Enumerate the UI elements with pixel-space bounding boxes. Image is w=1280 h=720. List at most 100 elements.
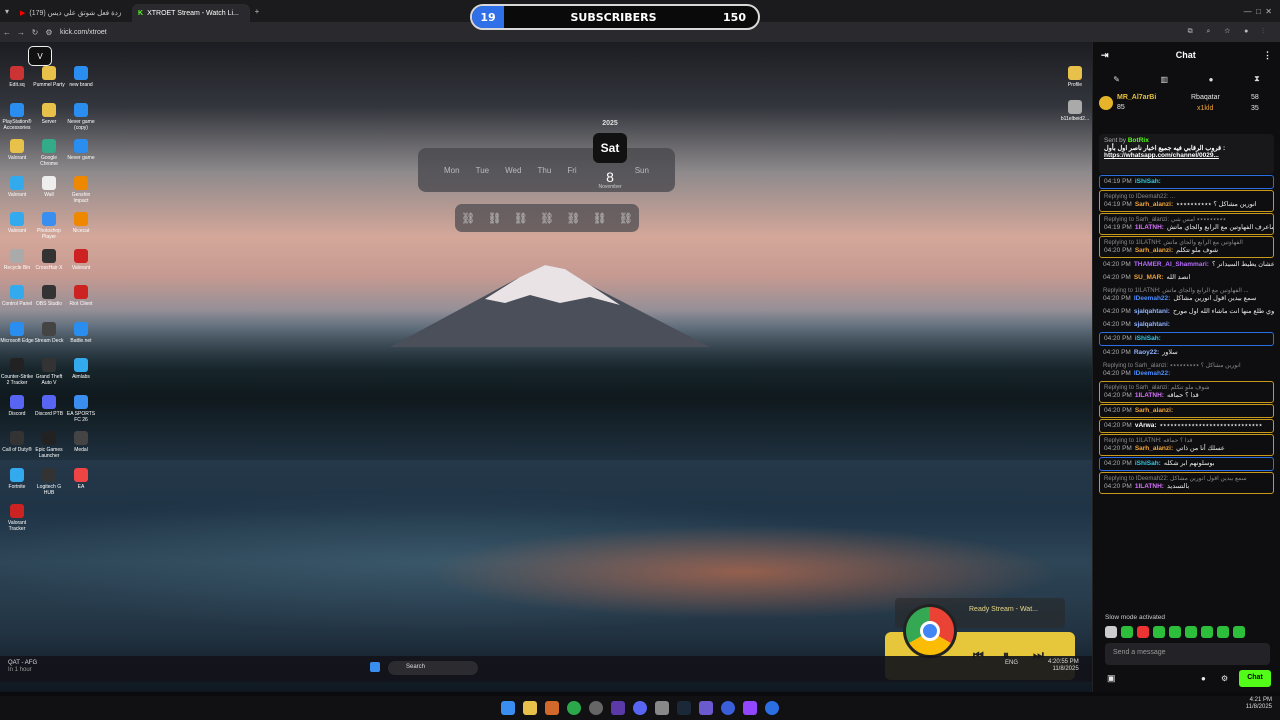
desktop-icon[interactable]: Recycle Bin <box>0 248 34 271</box>
desktop-icon[interactable]: Logitech G HUB <box>32 467 66 496</box>
desktop-icon[interactable]: Never game <box>64 139 98 161</box>
taskbar-search[interactable]: Search <box>388 661 478 675</box>
app-icon[interactable] <box>743 701 757 715</box>
weather-widget[interactable]: QAT - AFG In 1 hour <box>8 660 37 674</box>
link-icon[interactable]: ⛓ <box>540 212 554 225</box>
chat-message[interactable]: 04:20 PMTHAMER_Al_Shammari:الجيين سدي ان… <box>1099 259 1274 271</box>
message-username[interactable]: Raoy22: <box>1134 349 1159 356</box>
desktop-icon[interactable]: Valorant <box>64 248 98 271</box>
chat-message[interactable]: Replying to 1ILATNH: الفهاوتين مع الرابع… <box>1099 285 1274 305</box>
message-username[interactable]: THAMER_Al_Shammari: <box>1134 261 1209 268</box>
link-icon[interactable]: ⛓ <box>566 212 580 225</box>
chat-message[interactable]: 04:19 PM iShiSah: <box>1099 175 1274 189</box>
chat-message[interactable]: 04:20 PM iShiSah: <box>1099 332 1274 346</box>
desktop-icon[interactable]: Battle.net <box>64 321 98 344</box>
message-username[interactable]: Sarh_alanzi: <box>1135 407 1173 414</box>
app-icon[interactable] <box>655 701 669 715</box>
chat-message[interactable]: 04:20 PM iShiSah: بوسلونهم ابر شكله <box>1099 457 1274 471</box>
site-info-icon[interactable]: ⚙ <box>42 28 56 37</box>
pinned-message[interactable]: Sent by BotRix قروب الرقابي فيه جميع اخب… <box>1099 134 1274 174</box>
new-tab-icon[interactable]: + <box>250 7 264 16</box>
desktop-icon[interactable]: Valorant Tracker <box>0 504 34 532</box>
desktop-icon[interactable]: Genshin Impact <box>64 175 98 204</box>
chat-message[interactable]: Replying to IDeemah22: ... 04:19 PM Sarh_a… <box>1099 190 1274 212</box>
desktop-icon-profile[interactable]: Profile <box>1058 66 1092 88</box>
desktop-icon[interactable]: Stream Deck <box>32 321 66 344</box>
chat-message[interactable]: 04:20 PMsjalqahtani:لا تسوي طلع منها انت… <box>1099 306 1274 318</box>
message-username[interactable]: sjalqahtani: <box>1134 308 1170 315</box>
message-username[interactable]: SU_MAR: <box>1134 274 1164 281</box>
link-icon[interactable]: ⛓ <box>593 212 607 225</box>
desktop-icon[interactable]: Valorant <box>0 139 34 161</box>
link-icon[interactable]: ⛓ <box>619 212 633 225</box>
emote-icon[interactable] <box>1105 626 1117 638</box>
desktop-icon[interactable]: Fortnite <box>0 467 34 490</box>
emote-icon[interactable] <box>1169 626 1181 638</box>
desktop-icon[interactable]: Photoshop Player <box>32 212 66 240</box>
chat-message[interactable]: 04:20 PM Raoy22: سلاور <box>1099 347 1274 359</box>
tab-list-icon[interactable]: ▾ <box>0 7 14 16</box>
message-username[interactable]: 1ILATNH: <box>1135 392 1164 399</box>
chat-message[interactable]: 04:20 PM Sarh_alanzi: <box>1099 404 1274 418</box>
desktop-icon[interactable]: Epic Games Launcher <box>32 431 66 459</box>
discord-icon[interactable] <box>633 701 647 715</box>
gear-icon[interactable]: ⚙ <box>1221 674 1228 683</box>
chat-settings-icon[interactable]: ● <box>1201 674 1206 683</box>
emote-icon[interactable] <box>1233 626 1245 638</box>
chat-message[interactable]: Replying to 1ILATNH: قدا ؟ حماقه 04:20 PM… <box>1099 434 1274 456</box>
browser-tab-kick[interactable]: K XTROET Stream - Watch Li... ✕ <box>132 4 250 22</box>
windows-start-icon[interactable] <box>501 701 515 715</box>
pin-icon[interactable]: ✎ <box>1113 75 1120 84</box>
emote-icon[interactable] <box>1137 626 1149 638</box>
chat-message[interactable]: Replying to Sarh_alanzi: ٭٭٭٭٭٭٭٭٭ امس ش… <box>1099 213 1274 235</box>
desktop-icon[interactable]: Edit.sq <box>0 66 34 88</box>
desktop-icon[interactable]: Aimlabs <box>64 358 98 380</box>
emote-icon[interactable] <box>1153 626 1165 638</box>
send-chat-button[interactable]: Chat <box>1239 670 1271 687</box>
window-controls[interactable]: — □ ✕ <box>1244 7 1272 16</box>
emote-icon[interactable] <box>1217 626 1229 638</box>
hourglass-icon[interactable]: ⧗ <box>1254 74 1260 84</box>
emote-icon[interactable] <box>1121 626 1133 638</box>
desktop-icon[interactable]: EA <box>64 467 98 490</box>
chat-message[interactable]: 04:20 PM sjalqahtani: <box>1099 319 1274 331</box>
link-icon[interactable]: ⛓ <box>461 212 475 225</box>
obs-icon[interactable] <box>611 701 625 715</box>
desktop-icon[interactable]: Valorant <box>0 175 34 198</box>
app-icon[interactable] <box>589 701 603 715</box>
reload-icon[interactable]: ↻ <box>28 28 42 37</box>
desktop-icon[interactable]: Pummel Party <box>32 66 66 88</box>
message-username[interactable]: 1ILATNH: <box>1135 483 1164 490</box>
app-icon[interactable] <box>721 701 735 715</box>
message-username[interactable]: iShiSah: <box>1135 178 1161 185</box>
desktop-icon[interactable]: OBS Studio <box>32 285 66 307</box>
message-username[interactable]: Sarh_alanzi: <box>1135 201 1173 208</box>
browser-toolbar-icons[interactable]: ⧉ ⌕ ☆ ● ⋮ <box>1188 28 1270 36</box>
chat-message[interactable]: Replying to Sarh_alanzi: شوف ملو تتكلم 04… <box>1099 381 1274 403</box>
desktop-icon[interactable]: Valorant <box>0 212 34 234</box>
steam-icon[interactable] <box>677 701 691 715</box>
chat-message[interactable]: 04:20 PM SU_MAR: انصد الله <box>1099 272 1274 284</box>
url-field[interactable]: kick.com/xtroet <box>60 29 107 36</box>
desktop-icon[interactable]: Counter-Strike 2 Tracker <box>0 358 34 386</box>
message-username[interactable]: Sarh_alanzi: <box>1135 445 1173 452</box>
windows-start-icon[interactable] <box>370 662 380 672</box>
app-icon[interactable] <box>545 701 559 715</box>
desktop-icon[interactable]: Server <box>32 102 66 125</box>
desktop-icon[interactable]: Nicecat <box>64 212 98 234</box>
desktop-icon[interactable]: Medal <box>64 431 98 453</box>
message-username[interactable]: sjalqahtani: <box>1134 321 1170 328</box>
chat-bubble-icon[interactable]: ● <box>1209 75 1214 84</box>
desktop-icon[interactable]: Control Panel <box>0 285 34 307</box>
desktop-icon[interactable]: Microsoft Edge <box>0 321 34 344</box>
gift-icon[interactable]: ▣ <box>1107 673 1116 684</box>
desktop-icon-file[interactable]: b11elbeid2... <box>1058 100 1092 122</box>
desktop-icon[interactable]: Google Chrome <box>32 139 66 167</box>
chat-message[interactable]: Replying to 1ILATNH: الفهاوتين مع الرابع… <box>1099 236 1274 258</box>
desktop-icon[interactable]: Never game (copy) <box>64 102 98 131</box>
chat-message[interactable]: Replying to IDeemah22: سمع بيدين اقول ان… <box>1099 472 1274 494</box>
link-icon[interactable]: ⛓ <box>487 212 501 225</box>
desktop-icon[interactable]: Call of Duty® <box>0 431 34 453</box>
chrome-icon[interactable] <box>567 701 581 715</box>
stream-video[interactable]: V Edit.sq Pummel Party new brand PlayStatio… <box>0 42 1092 692</box>
